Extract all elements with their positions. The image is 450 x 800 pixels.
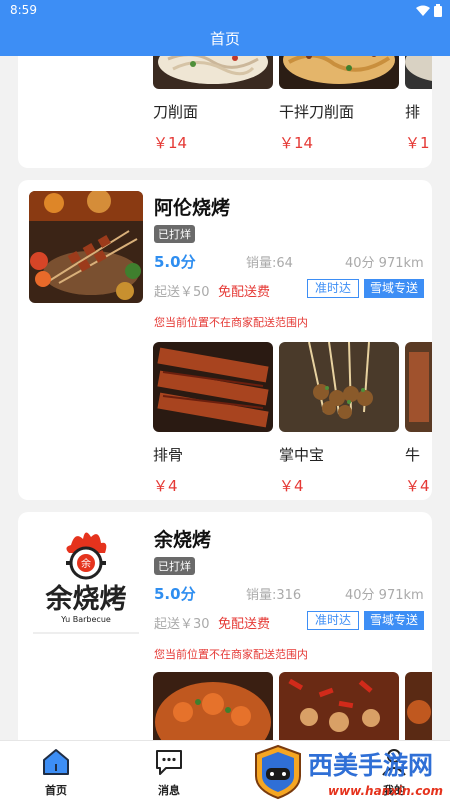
delivery-time-distance: 40分 971km [345,256,424,271]
watermark-text: 西美手游网 [308,751,433,780]
watermark-logo [255,744,301,800]
logo-subtext: Yu Barbecue [60,615,111,624]
dish-image [405,342,432,432]
shop-rating: 5.0分 [154,585,196,603]
out-of-range-notice: 您当前位置不在商家配送范围内 [154,316,308,329]
dish-price: ￥4 [405,477,430,495]
dish-image [279,56,399,89]
shop-rating: 5.0分 [154,253,196,271]
dish-name: 牛 [405,446,421,464]
dish-item[interactable]: 牛 ￥4 [405,342,432,496]
tab-home[interactable]: 首页 [26,747,86,798]
dish-item[interactable]: 排骨 ￥4 [153,342,273,496]
shop-card[interactable]: 阿伦烧烤 已打烊 5.0分 销量:64 40分 971km 起送￥50 免配送费… [18,180,432,500]
dish-name: 干拌刀削面 [279,103,355,121]
tab-messages[interactable]: 消息 [139,747,199,798]
dish-price: ￥4 [153,477,178,495]
min-order: 起送￥50 [154,285,210,300]
logo-badge-text: 余 [81,557,91,570]
dish-image [153,672,273,740]
system-icons [416,4,442,17]
wifi-icon [416,5,430,16]
dish-image [153,56,273,89]
shop-list[interactable]: 刀削面 ￥14 干拌刀削面 ￥14 排 ￥1 阿伦烧烤 已打烊 5.0分 销量:… [0,56,450,740]
watermark: 西美手游网 www.hanxin.com [250,742,450,800]
delivery-badge: 雪域专送 [364,611,425,630]
dish-price: ￥14 [153,134,188,152]
delivery-time-distance: 40分 971km [345,588,424,603]
shop-sales: 销量:316 [246,588,302,603]
status-badge: 已打烊 [154,225,195,243]
shop-logo: 余 余烧烤 Yu Barbecue [29,523,143,635]
dish-item[interactable]: 排 ￥1 [405,56,432,153]
dish-price: ￥14 [279,134,314,152]
shop-logo [29,191,143,303]
dish-name: 排骨 [153,446,184,464]
shop-name: 阿伦烧烤 [154,197,231,219]
dish-image [405,672,432,740]
battery-icon [434,4,442,17]
dish-item[interactable]: 干拌刀削面 ￥14 [279,56,399,153]
dish-item[interactable]: 刀削面 ￥14 [153,56,273,153]
logo-text: 余烧烤 [45,583,127,615]
shop-name: 余烧烤 [154,529,212,551]
dish-name: 刀削面 [153,103,199,121]
page-title: 首页 [209,30,240,48]
dish-item[interactable]: 掌中宝 ￥4 [279,342,399,496]
dish-image [405,56,432,89]
message-icon [156,750,182,775]
home-icon [43,749,69,775]
dish-image [279,672,399,740]
status-badge: 已打烊 [154,557,195,575]
min-order: 起送￥30 [154,617,210,632]
dish-price: ￥1 [405,134,430,152]
out-of-range-notice: 您当前位置不在商家配送范围内 [154,648,308,661]
dish-item[interactable] [405,672,432,740]
shop-card[interactable]: 余 余烧烤 Yu Barbecue 余烧烤 已打烊 5.0分 销量:316 40… [18,512,432,740]
app-bar: 首页 [0,22,450,56]
tab-home-label: 首页 [45,784,67,797]
dish-price: ￥4 [279,477,304,495]
delivery-fee: 免配送费 [218,285,271,300]
shop-card[interactable]: 刀削面 ￥14 干拌刀削面 ￥14 排 ￥1 [18,56,432,168]
watermark-url: www.hanxin.com [328,784,443,798]
ontime-badge: 准时达 [307,611,360,630]
delivery-badge: 雪域专送 [364,279,425,298]
ontime-badge: 准时达 [307,279,360,298]
shop-sales: 销量:64 [246,256,293,271]
dish-image [153,342,273,432]
dish-item[interactable] [279,672,399,740]
dish-name: 掌中宝 [279,446,325,464]
delivery-fee: 免配送费 [218,617,271,632]
dish-image [279,342,399,432]
status-time: 8:59 [10,3,37,17]
dish-name: 排 [405,103,421,121]
dish-item[interactable] [153,672,273,740]
tab-messages-label: 消息 [158,784,180,797]
status-bar: 8:59 [0,0,450,22]
